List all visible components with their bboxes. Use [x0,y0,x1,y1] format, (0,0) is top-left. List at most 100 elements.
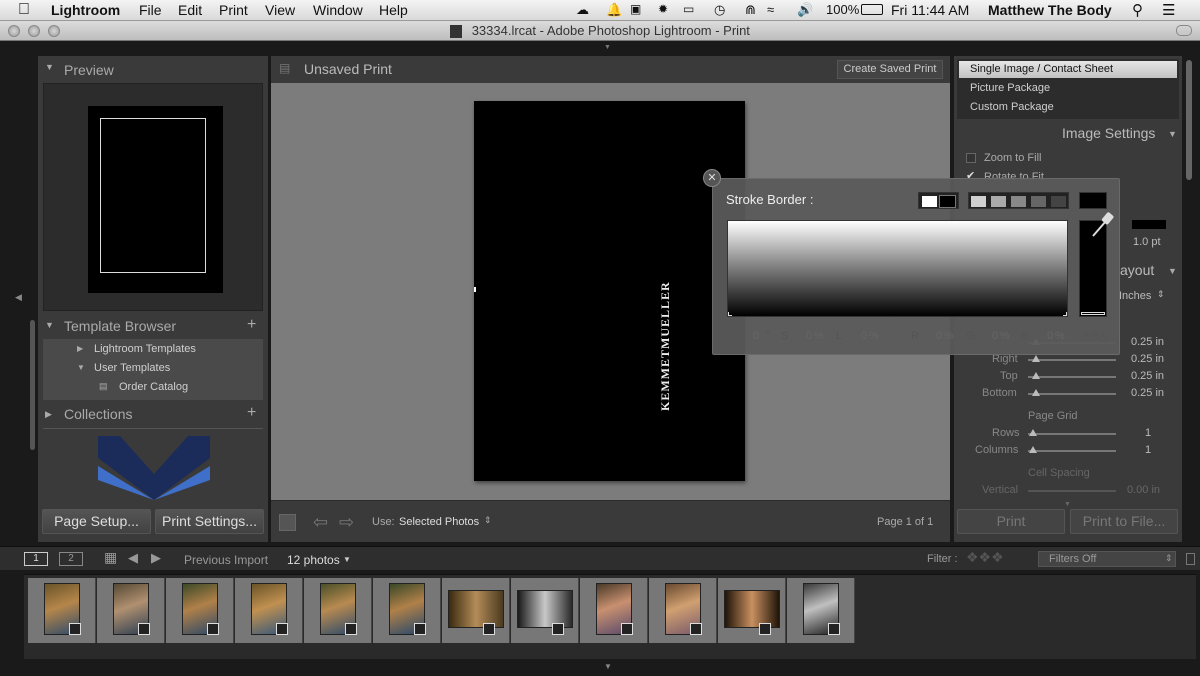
collapse-filmstrip-icon[interactable]: ▼ [604,662,612,671]
margin-bottom-value[interactable]: 0.25 in [1131,387,1164,399]
color-swatch-white[interactable] [921,195,938,208]
eyedropper-icon[interactable] [1090,211,1116,239]
spotlight-search-icon[interactable]: ⚲ [1132,1,1143,19]
apple-icon[interactable]:  [18,1,30,19]
margin-left-value[interactable]: 0.25 in [1131,336,1164,348]
luminance-value[interactable]: 0 [861,330,867,342]
filmstrip-thumbnail[interactable] [166,578,234,643]
color-swatch-2[interactable] [990,195,1007,208]
collapse-triangle-icon[interactable]: ▼ [1168,266,1177,276]
grid-view-icon[interactable]: ▦ [104,549,117,566]
margin-right-slider[interactable] [1028,359,1116,361]
expand-triangle-icon[interactable]: ▶ [77,344,83,353]
right-panel-scrollbar[interactable] [1186,60,1192,180]
collapse-triangle-icon[interactable]: ▼ [45,320,54,330]
current-color-swatch[interactable] [1079,192,1107,209]
hex-label[interactable]: HEX [1084,330,1107,342]
dropdown-arrows-icon[interactable]: ⇕ [1157,289,1165,300]
filmstrip-thumbnail[interactable] [304,578,372,643]
color-swatch-3[interactable] [1010,195,1027,208]
bluetooth-icon[interactable]: ⋒ [745,2,756,18]
filter-lock-icon[interactable] [1186,553,1195,565]
menu-print[interactable]: Print [219,2,248,18]
close-popup-icon[interactable]: ✕ [703,169,721,187]
menu-view[interactable]: View [265,2,295,18]
filmstrip-thumbnail[interactable] [442,578,510,643]
color-swatch-1[interactable] [970,195,987,208]
add-collection-plus-icon[interactable]: + [247,404,256,422]
saturation-value[interactable]: 0 [806,330,812,342]
color-swatch-black[interactable] [939,195,956,208]
template-folder-lightroom[interactable]: Lightroom Templates [94,343,196,355]
template-browser-header[interactable]: Template Browser [64,318,176,334]
filter-dropdown[interactable]: Filters Off ⇕ [1038,551,1176,567]
app-menu[interactable]: Lightroom [51,2,120,18]
window-1-button[interactable]: 1 [24,552,48,566]
battery-icon[interactable] [861,4,883,15]
filmstrip-thumbnail[interactable] [28,578,96,643]
menu-help[interactable]: Help [379,2,408,18]
color-swatch-4[interactable] [1030,195,1047,208]
forward-arrow-icon[interactable]: ▶ [151,550,161,566]
menu-file[interactable]: File [139,2,162,18]
settings-gear-icon[interactable]: ✹ [658,2,668,16]
stroke-color-swatch[interactable] [1132,220,1166,229]
color-field-gradient[interactable] [727,220,1068,317]
collapse-left-panel-icon[interactable]: ◀ [15,292,22,303]
collapse-triangle-icon[interactable]: ▼ [77,363,85,372]
margin-right-value[interactable]: 0.25 in [1131,353,1164,365]
color-swatch-5[interactable] [1050,195,1067,208]
collapse-triangle-icon[interactable]: ▼ [45,62,54,72]
hue-value[interactable]: 0 [753,330,759,342]
expand-triangle-icon[interactable]: ▶ [45,409,52,420]
color-picker-marker[interactable] [728,312,732,316]
photo-count-dropdown[interactable]: 12 photos [287,553,340,567]
collapse-triangle-icon[interactable]: ▼ [1168,129,1177,139]
close-window-button[interactable] [8,25,20,37]
dropdown-arrows-icon[interactable]: ⇕ [484,515,492,526]
add-template-plus-icon[interactable]: + [247,316,256,334]
layout-style-picture-package[interactable]: Picture Package [970,82,1050,94]
time-machine-icon[interactable]: ◷ [714,2,725,18]
filter-flags-icon[interactable]: ❖❖❖ [966,549,1004,566]
create-saved-print-button[interactable]: Create Saved Print [837,60,943,79]
user-name[interactable]: Matthew The Body [988,2,1112,18]
print-button[interactable]: Print [957,509,1065,534]
left-panel-scrollbar[interactable] [30,320,35,450]
vertical-spacing-slider[interactable] [1028,490,1116,492]
back-arrow-icon[interactable]: ◀ [128,550,138,566]
menu-window[interactable]: Window [313,2,363,18]
slider-knob[interactable] [1032,389,1040,396]
filmstrip-thumbnail[interactable] [97,578,165,643]
collections-header[interactable]: Collections [64,406,132,422]
page-setup-button[interactable]: Page Setup... [42,509,151,534]
margin-top-value[interactable]: 0.25 in [1131,370,1164,382]
luminance-slider-marker[interactable] [1081,312,1105,315]
print-settings-button[interactable]: Print Settings... [155,509,264,534]
template-folder-user[interactable]: User Templates [94,362,170,374]
green-value[interactable]: 0 [992,330,998,342]
margin-top-slider[interactable] [1028,376,1116,378]
image-settings-header[interactable]: Image Settings [1062,125,1155,141]
filmstrip-thumbnail[interactable] [787,578,855,643]
filmstrip-thumbnail[interactable] [373,578,441,643]
template-item-order-catalog[interactable]: Order Catalog [119,381,188,393]
fullscreen-button[interactable] [1176,25,1192,36]
zoom-to-fill-checkbox[interactable] [966,153,976,163]
stroke-width-value[interactable]: 1.0 pt [1133,236,1161,248]
filmstrip-thumbnail[interactable] [649,578,717,643]
filmstrip-thumbnail[interactable] [580,578,648,643]
preview-header[interactable]: Preview [64,62,114,78]
menubar-clock[interactable]: Fri 11:44 AM [891,2,969,18]
slider-knob[interactable] [1029,446,1037,453]
next-page-arrow-icon[interactable]: ⇨ [339,512,354,533]
vertical-spacing-value[interactable]: 0.00 in [1127,484,1160,496]
screen-sharing-icon[interactable]: ▣ [630,2,641,16]
filmstrip-thumbnail[interactable] [235,578,303,643]
layout-style-custom-package[interactable]: Custom Package [970,101,1054,113]
red-value[interactable]: 0 [936,330,942,342]
minimize-window-button[interactable] [28,25,40,37]
airplay-icon[interactable]: ▭ [683,2,694,16]
rows-slider[interactable] [1028,433,1116,435]
notification-bell-icon[interactable]: 🔔 [606,2,622,18]
